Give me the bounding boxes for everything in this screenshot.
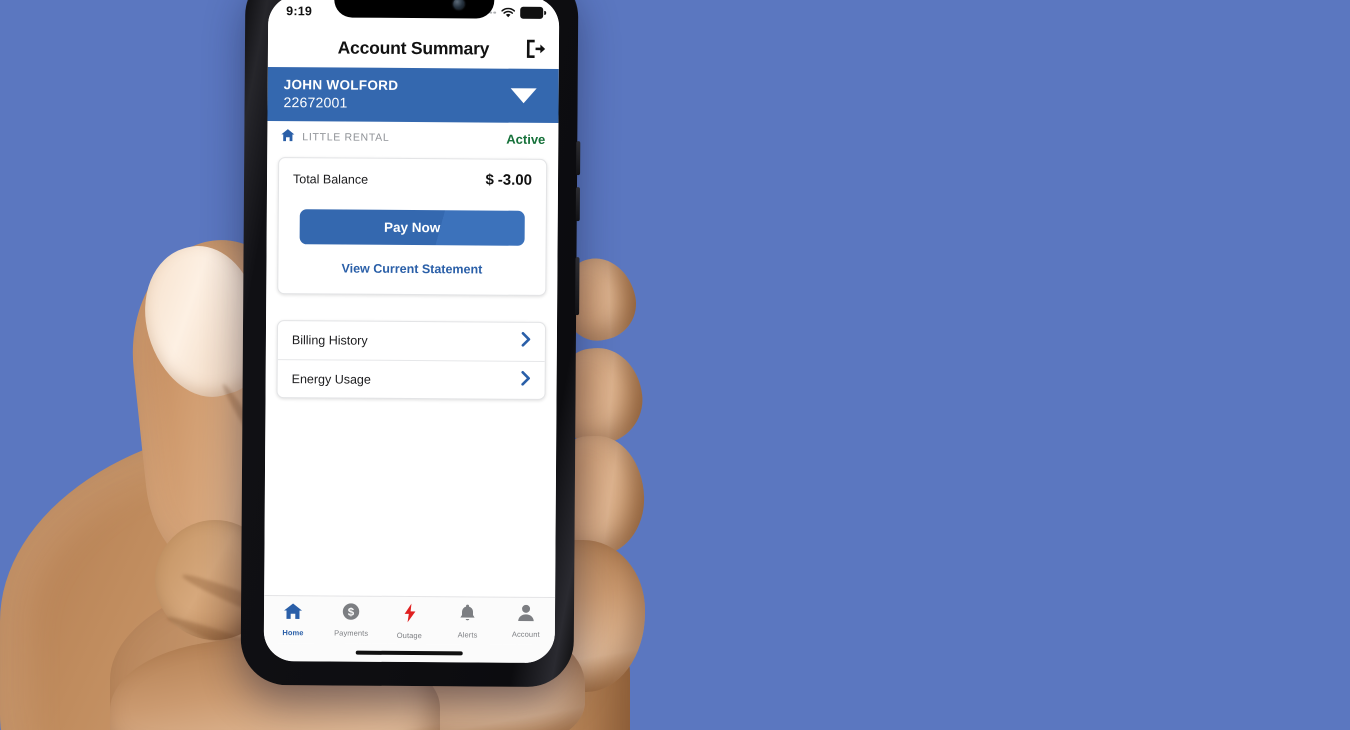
front-camera-icon <box>452 0 464 10</box>
volume-down-button[interactable] <box>575 187 580 222</box>
phone-device: 9:19 Account Summary JOHN WOLFORD 226720… <box>240 0 581 688</box>
tab-label: Home <box>282 628 304 638</box>
account-number: 22672001 <box>283 93 348 111</box>
account-texts: JOHN WOLFORD 22672001 <box>284 77 399 111</box>
list-item-billing-history[interactable]: Billing History <box>278 321 545 361</box>
list-item-energy-usage[interactable]: Energy Usage <box>277 359 545 399</box>
balance-label: Total Balance <box>292 172 369 187</box>
balance-row: Total Balance $ -3.00 <box>293 170 532 189</box>
bottom-tab-bar: Home $ Payments Outage Alerts Account <box>263 594 556 646</box>
power-button[interactable] <box>575 257 580 316</box>
status-bar-time: 9:19 <box>286 4 313 19</box>
menu-list: Billing History Energy Usage <box>276 320 547 400</box>
person-icon <box>517 604 535 627</box>
photo-scene: 9:19 Account Summary JOHN WOLFORD 226720… <box>0 0 1350 730</box>
balance-card: Total Balance $ -3.00 Pay Now View Curren… <box>277 157 548 296</box>
tab-payments[interactable]: $ Payments <box>322 602 380 638</box>
bell-icon <box>459 603 476 627</box>
balance-amount: $ -3.00 <box>485 172 532 189</box>
tab-label: Alerts <box>457 630 478 640</box>
chevron-right-icon <box>521 370 531 390</box>
battery-icon <box>520 7 544 19</box>
app-header: Account Summary <box>267 27 560 70</box>
tab-account[interactable]: Account <box>497 604 555 639</box>
status-badge: Active <box>506 131 546 147</box>
premise-row: LITTLE RENTAL Active <box>267 121 559 156</box>
chevron-right-icon <box>521 331 531 352</box>
balance-value: -3.00 <box>497 171 533 189</box>
page-title: Account Summary <box>337 36 490 59</box>
notch <box>333 0 494 19</box>
list-item-label: Billing History <box>291 333 368 348</box>
tab-home[interactable]: Home <box>264 602 322 637</box>
status-bar: 9:19 <box>268 0 560 30</box>
view-current-statement-link[interactable]: View Current Statement <box>292 261 531 277</box>
caret-down-icon[interactable] <box>510 88 537 104</box>
svg-text:$: $ <box>348 607 355 619</box>
home-indicator <box>263 642 555 664</box>
phone-screen: 9:19 Account Summary JOHN WOLFORD 226720… <box>263 0 560 664</box>
dollar-circle-icon: $ <box>342 603 360 626</box>
lightning-bolt-icon <box>402 603 416 628</box>
account-holder-name: JOHN WOLFORD <box>283 76 399 93</box>
logout-icon[interactable] <box>523 37 547 61</box>
pay-now-button[interactable]: Pay Now <box>299 209 525 246</box>
account-selector[interactable]: JOHN WOLFORD 22672001 <box>267 67 559 124</box>
tab-label: Outage <box>396 630 422 641</box>
tab-label: Account <box>511 629 540 639</box>
tab-alerts[interactable]: Alerts <box>438 603 496 639</box>
main-content: Total Balance $ -3.00 Pay Now View Curren… <box>264 153 559 598</box>
currency-symbol: $ <box>485 171 494 189</box>
premise-name: LITTLE RENTAL <box>302 131 390 144</box>
home-icon <box>283 602 303 625</box>
tab-label: Payments <box>334 628 369 638</box>
volume-up-button[interactable] <box>576 141 581 176</box>
home-icon <box>280 128 295 147</box>
tab-outage[interactable]: Outage <box>380 603 438 640</box>
list-item-label: Energy Usage <box>291 371 371 387</box>
wifi-icon <box>501 7 516 18</box>
